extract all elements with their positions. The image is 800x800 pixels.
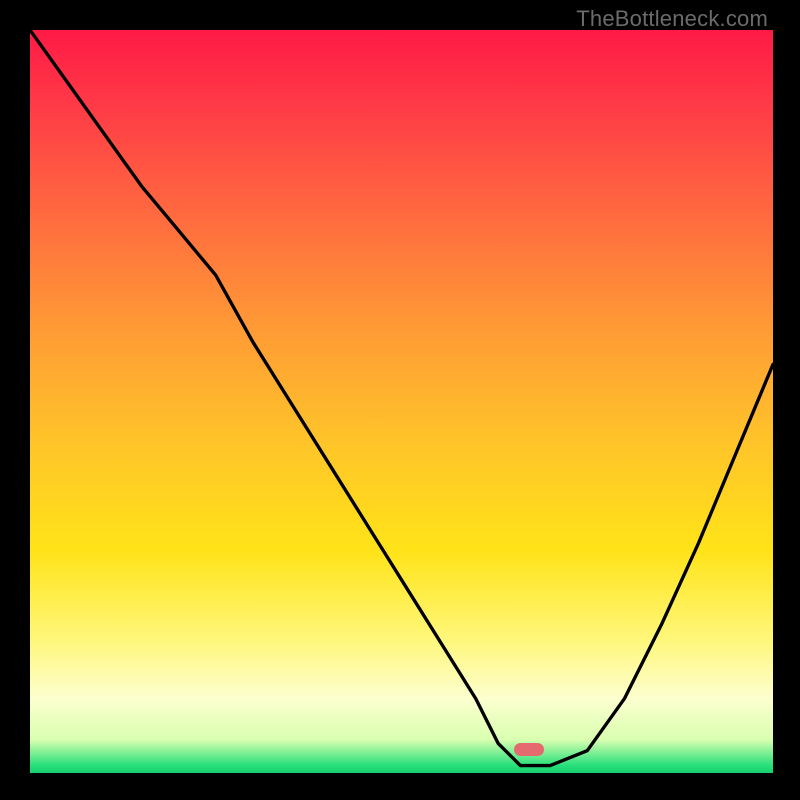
optimum-marker xyxy=(514,743,544,756)
chart-frame: TheBottleneck.com xyxy=(0,0,800,800)
watermark-text: TheBottleneck.com xyxy=(576,6,768,32)
bottleneck-curve xyxy=(30,30,773,773)
plot-area xyxy=(30,30,773,773)
